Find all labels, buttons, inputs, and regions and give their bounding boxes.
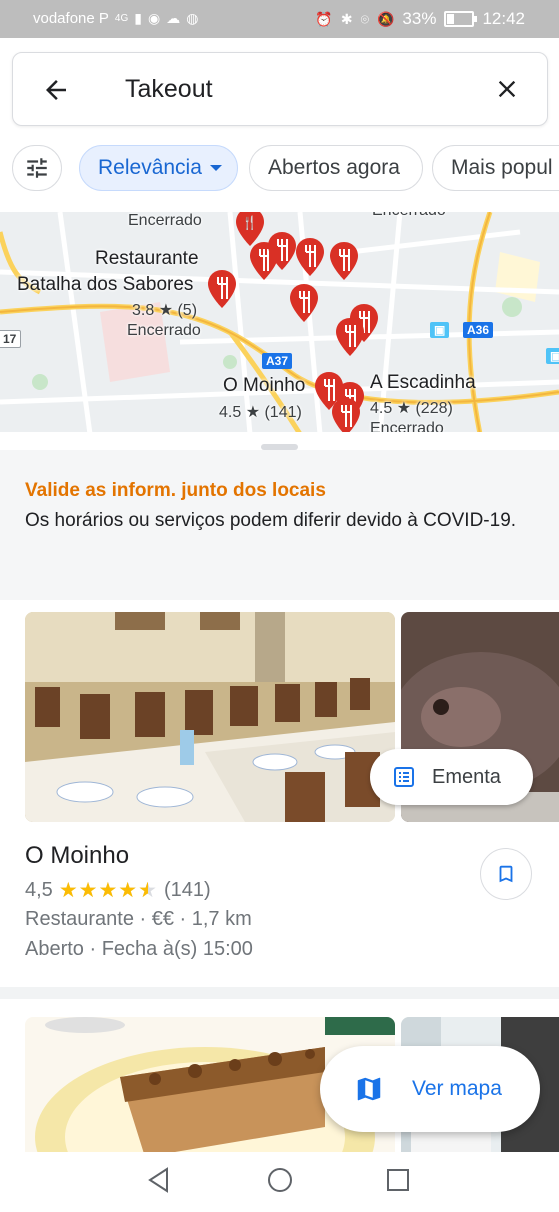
battery-percent: 33%: [402, 9, 437, 28]
open-now-label: Abertos agora: [268, 156, 400, 179]
place-name[interactable]: O Moinho: [25, 842, 129, 870]
place-photo[interactable]: [25, 612, 395, 822]
restaurant-pin[interactable]: [332, 398, 360, 434]
save-button[interactable]: [480, 848, 532, 900]
map-icon: [357, 1077, 381, 1101]
restaurant-pin[interactable]: [290, 284, 318, 322]
road-sign-a37: A37: [262, 353, 293, 369]
close-icon[interactable]: [493, 75, 521, 103]
map-place-rating: 3.8 ★ (5): [132, 302, 198, 319]
view-map-label: Ver mapa: [412, 1077, 502, 1100]
restaurant-interior-photo: [25, 612, 395, 822]
star-rating: ★★★★★ ★★★★★: [59, 878, 158, 903]
restaurant-pin[interactable]: 🍴: [236, 212, 264, 246]
covid-notice: Valide as inform. junto dos locais Os ho…: [0, 450, 559, 600]
filter-chips: Relevância Abertos agora Mais popul: [0, 140, 559, 202]
alarm-icon: ⏰: [315, 10, 333, 27]
nav-home-icon[interactable]: [266, 1166, 294, 1194]
place-hours: Aberto · Fecha à(s) 15:00: [25, 938, 253, 960]
open-now-chip[interactable]: Abertos agora: [249, 145, 423, 191]
stars-filled: ★★★★★: [58, 879, 148, 902]
caret-down-icon: [209, 165, 222, 171]
road-sign-a36: A36: [463, 322, 494, 338]
signal-icon: ▮: [134, 10, 142, 26]
map-place-status: Encerrado: [127, 322, 201, 339]
popular-label: Mais popul: [451, 156, 553, 179]
restaurant-pin[interactable]: [268, 232, 296, 270]
svg-text:🍴: 🍴: [242, 215, 258, 231]
battery-fill: [447, 14, 455, 24]
battery-icon: [444, 11, 478, 27]
bluetooth-icon: ✱: [340, 10, 353, 27]
map-label-closed: Encerrado: [372, 212, 446, 220]
network-type: 4G: [114, 13, 129, 24]
tune-icon: [27, 158, 47, 178]
restaurant-pin[interactable]: [296, 238, 324, 276]
nav-recents-icon[interactable]: [386, 1168, 410, 1192]
system-nav-bar: [0, 1152, 559, 1212]
search-input[interactable]: Takeout: [125, 75, 213, 104]
relevance-chip[interactable]: Relevância: [79, 145, 238, 191]
nav-back-icon[interactable]: [145, 1166, 173, 1194]
arrow-back-icon[interactable]: [41, 75, 71, 105]
place-category: Restaurante · €€ · 1,7 km: [25, 908, 252, 930]
notice-body: Os horários ou serviços podem diferir de…: [25, 510, 517, 531]
notice-title: Valide as inform. junto dos locais: [25, 480, 326, 501]
result-divider: [0, 987, 559, 999]
location-icon: ⌾: [360, 10, 369, 27]
map-label-closed: Encerrado: [128, 212, 202, 229]
mute-icon: 🔕: [376, 10, 395, 27]
view-map-button[interactable]: Ver mapa: [320, 1046, 540, 1132]
menu-button[interactable]: Ementa: [370, 749, 533, 805]
eye-icon: ◉: [147, 10, 161, 26]
restaurant-pin[interactable]: [330, 242, 358, 280]
rating-row: 4,5 ★★★★★ ★★★★★ (141): [25, 878, 211, 903]
map-place-rating: 4.5 ★ (228): [370, 400, 453, 417]
map-place-rating: 4.5 ★ (141): [219, 404, 302, 421]
carrier-name: vodafone P: [33, 10, 109, 27]
status-bar: vodafone P 4G ▮ ◉ ☁ ◍ ⏰ ✱ ⌾ 🔕 33% 12:42: [0, 0, 559, 38]
relevance-chip-label: Relevância: [98, 156, 202, 179]
rating-value: 4,5: [25, 879, 53, 901]
map-place-name[interactable]: A Escadinha: [370, 372, 476, 394]
map-place-name[interactable]: Restaurante: [95, 248, 199, 270]
map-place-name[interactable]: O Moinho: [223, 375, 305, 397]
results-sheet[interactable]: Valide as inform. junto dos locais Os ho…: [0, 432, 559, 1157]
road-sign-17: 17: [0, 330, 22, 348]
cloud-icon: ☁: [166, 10, 181, 26]
restaurant-pin[interactable]: [336, 318, 364, 356]
app-icon: ◍: [186, 10, 199, 26]
map-view[interactable]: 🍴 Encerrado Encerrado Restaurante Batalh…: [0, 212, 559, 434]
menu-list-icon: [394, 767, 414, 787]
metro-icon: ▣: [430, 322, 450, 338]
bookmark-icon: [499, 865, 513, 883]
menu-button-label: Ementa: [432, 765, 501, 788]
map-place-name[interactable]: Batalha dos Sabores: [17, 274, 193, 296]
popular-chip[interactable]: Mais popul: [432, 145, 559, 191]
review-count: (141): [163, 879, 211, 901]
filters-button[interactable]: [12, 145, 62, 191]
clock: 12:42: [482, 9, 525, 28]
search-bar[interactable]: Takeout: [12, 52, 548, 126]
metro-icon: ▣: [546, 348, 559, 364]
restaurant-pin[interactable]: [208, 270, 236, 308]
